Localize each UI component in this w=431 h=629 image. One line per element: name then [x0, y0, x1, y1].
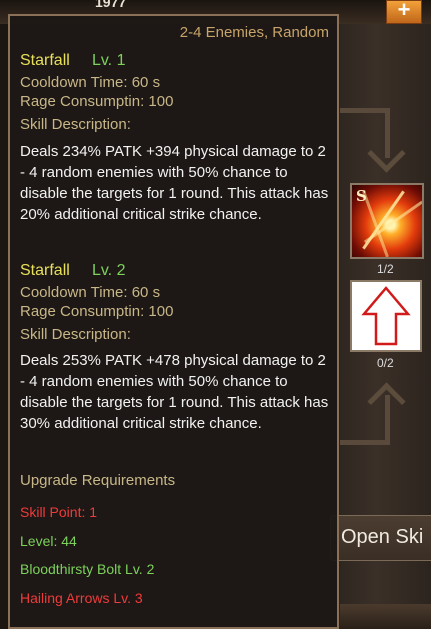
skill-tooltip: 2-4 Enemies, Random Starfall Lv. 1 Coold… — [8, 14, 339, 629]
add-resource-button[interactable]: + — [386, 0, 422, 24]
left-frame-strip — [0, 24, 8, 629]
rage-consumption: Rage Consumptin: 100 — [20, 303, 174, 320]
starfall-skill-icon[interactable]: S — [350, 183, 424, 259]
requirement-skill-point: Skill Point: 1 — [20, 504, 98, 520]
target-info: 2-4 Enemies, Random — [179, 24, 329, 41]
open-skill-button[interactable]: Open Ski — [330, 515, 431, 561]
skill-name: Starfall — [20, 52, 70, 69]
cooldown-time: Cooldown Time: 60 s — [20, 74, 161, 91]
resource-counter: 1977 — [95, 0, 127, 10]
next-skill-slot[interactable] — [350, 280, 422, 352]
cooldown-time: Cooldown Time: 60 s — [20, 284, 161, 301]
level-2-title: Starfall Lv. 2 — [20, 262, 125, 280]
level-1-title: Starfall Lv. 1 — [20, 52, 125, 70]
upgrade-requirements-heading: Upgrade Requirements — [20, 472, 176, 489]
skill-type-letter: S — [356, 187, 367, 205]
up-arrow-icon — [361, 286, 411, 346]
next-skill-count: 0/2 — [377, 356, 394, 370]
skill-level: Lv. 1 — [91, 52, 126, 69]
bottom-portrait-strip — [340, 604, 431, 629]
skill-description-heading: Skill Description: — [20, 116, 131, 133]
skill-description: Deals 253% PATK +478 physical damage to … — [20, 352, 329, 432]
skill-name: Starfall — [20, 262, 70, 279]
skill-level-count: 1/2 — [377, 262, 394, 276]
requirement-bloodthirsty-bolt: Bloodthirsty Bolt Lv. 2 — [20, 561, 155, 577]
rage-consumption: Rage Consumptin: 100 — [20, 93, 174, 110]
skill-level: Lv. 2 — [91, 262, 126, 279]
skill-description-heading: Skill Description: — [20, 326, 131, 343]
requirement-hailing-arrows: Hailing Arrows Lv. 3 — [20, 590, 143, 606]
requirement-level: Level: 44 — [20, 533, 77, 549]
skill-description: Deals 234% PATK +394 physical damage to … — [20, 143, 329, 223]
